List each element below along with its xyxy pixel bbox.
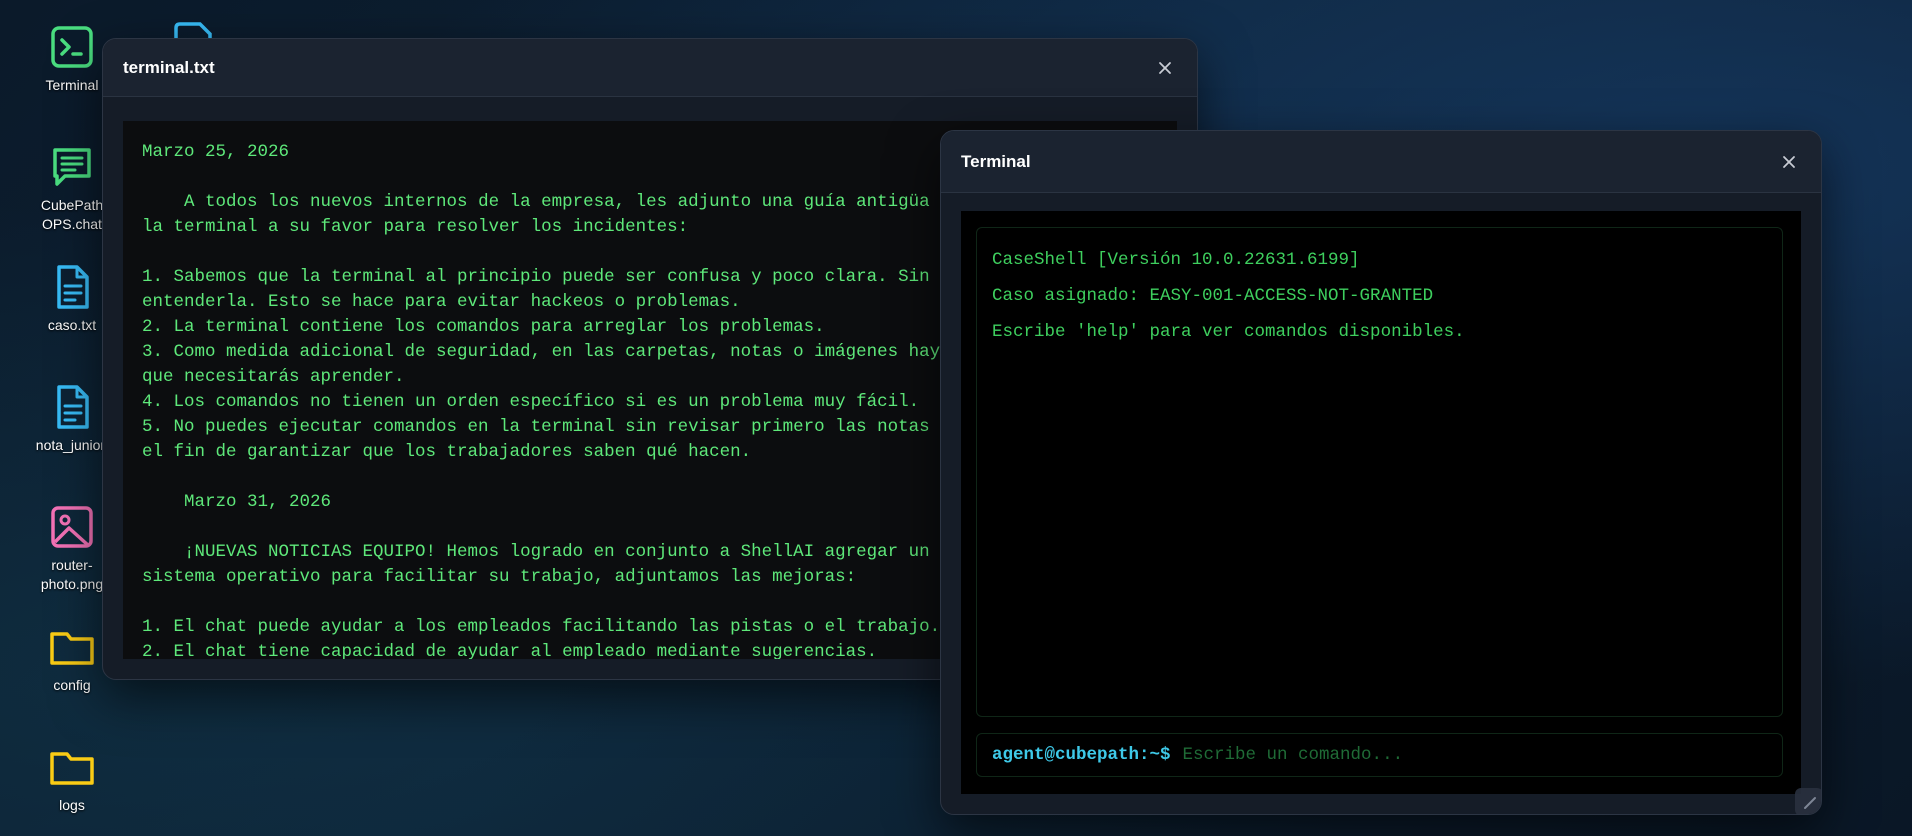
document-icon — [57, 265, 89, 309]
close-icon — [1783, 155, 1795, 168]
window-title: terminal.txt — [123, 57, 215, 77]
image-icon — [51, 506, 93, 548]
window-titlebar[interactable]: terminal.txt — [103, 39, 1197, 97]
desktop-icon-label: logs — [59, 797, 85, 813]
output-line: Escribe 'help' para ver comandos disponi… — [992, 322, 1465, 342]
command-input-bar[interactable]: agent@cubepath:~$ — [976, 733, 1783, 777]
resize-handle[interactable] — [1795, 788, 1821, 814]
desktop-icon-label: config — [53, 677, 91, 693]
shell-prompt: agent@cubepath:~$ — [992, 745, 1171, 765]
folder-icon — [50, 632, 94, 665]
terminal-icon — [51, 26, 93, 68]
output-line: Caso asignado: EASY-001-ACCESS-NOT-GRANT… — [992, 286, 1434, 306]
window-titlebar[interactable]: Terminal — [941, 131, 1821, 193]
close-icon — [1159, 61, 1171, 74]
close-button[interactable] — [1153, 56, 1177, 80]
command-input[interactable] — [1180, 744, 1767, 766]
desktop-icon-logs-folder[interactable]: logs — [22, 742, 122, 815]
chat-icon — [53, 148, 91, 186]
terminal-window[interactable]: Terminal CaseShell [Versión 10.0.22631.6… — [940, 130, 1822, 815]
terminal-output: CaseShell [Versión 10.0.22631.6199] Caso… — [976, 227, 1783, 717]
folder-icon — [50, 752, 94, 785]
output-line: CaseShell [Versión 10.0.22631.6199] — [992, 250, 1360, 270]
document-icon — [57, 385, 89, 429]
window-title: Terminal — [961, 151, 1031, 171]
close-button[interactable] — [1777, 150, 1801, 174]
resize-icon — [1804, 797, 1816, 809]
